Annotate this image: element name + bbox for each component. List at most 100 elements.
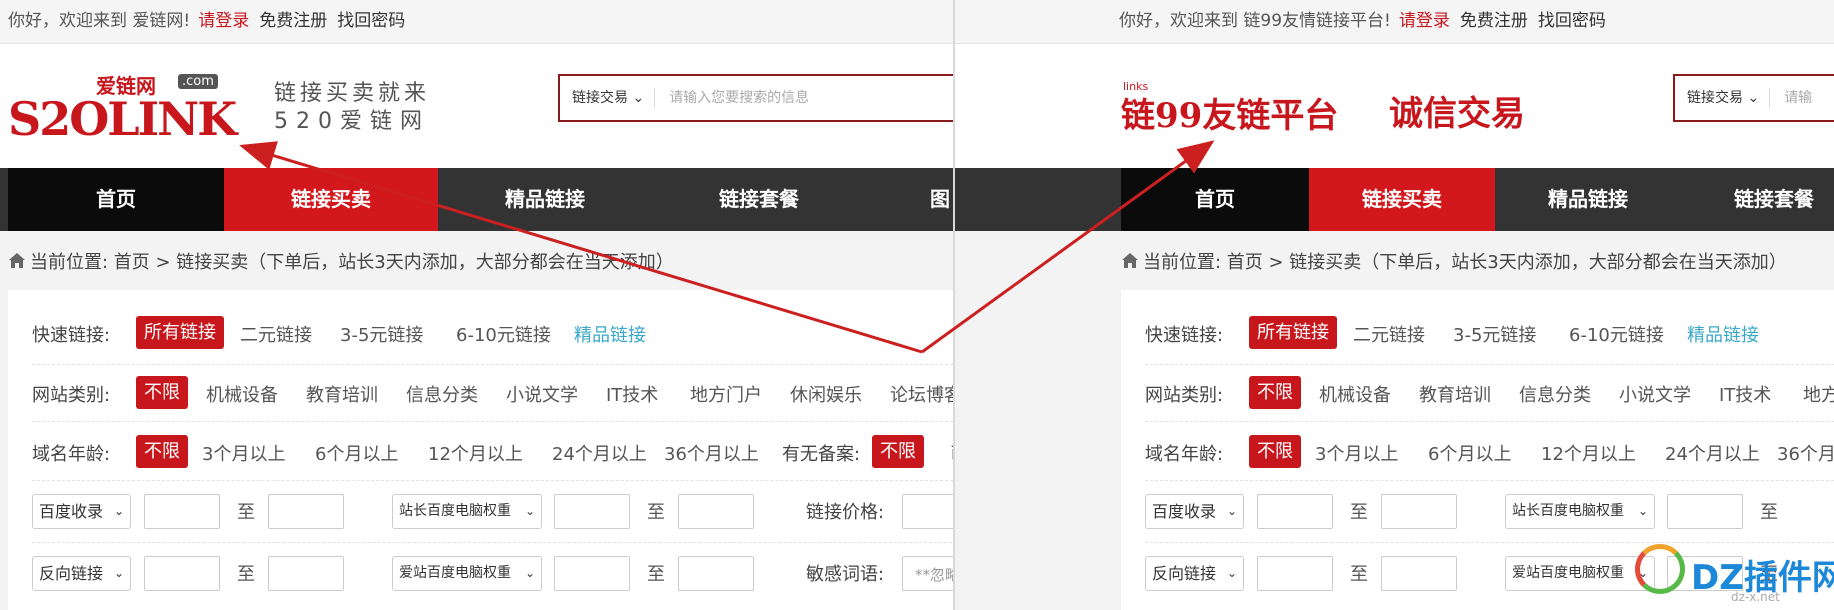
category-opt-any[interactable]: 不限	[136, 376, 188, 409]
index-min-input[interactable]	[144, 494, 220, 529]
weight-min-input[interactable]	[554, 494, 630, 529]
age-opt[interactable]: 36个月以	[1777, 440, 1834, 466]
category-opt[interactable]: 机械设备	[206, 381, 278, 407]
chevron-down-icon: ⌄	[524, 566, 535, 580]
category-label: 网站类别:	[1145, 385, 1224, 406]
age-opt[interactable]: 3个月以上	[202, 440, 285, 466]
aizhan-min-input[interactable]	[554, 556, 630, 591]
recover-password-link[interactable]: 找回密码	[1538, 0, 1606, 42]
register-link[interactable]: 免费注册	[1460, 0, 1528, 42]
category-opt[interactable]: IT技术	[1719, 381, 1771, 407]
nav-link-packages[interactable]: 链接套餐	[1681, 168, 1834, 231]
chevron-down-icon: ⌄	[1226, 566, 1237, 580]
chevron-down-icon: ⌄	[1226, 504, 1237, 518]
nav-home[interactable]: 首页	[8, 168, 224, 231]
search-input[interactable]: 请输入您要搜索的信息	[655, 76, 809, 120]
backlink-max-input[interactable]	[268, 556, 344, 591]
site-logo[interactable]: links 链99友链平台	[1121, 72, 1361, 142]
age-opt[interactable]: 12个月以上	[428, 440, 523, 466]
select-label: 爱站百度电脑权重	[1512, 565, 1624, 581]
search-type-label: 链接交易	[1687, 90, 1743, 106]
category-opt[interactable]: IT技术	[606, 381, 658, 407]
category-opt[interactable]: 信息分类	[1519, 381, 1591, 407]
age-opt-any[interactable]: 不限	[136, 435, 188, 468]
age-opt-any[interactable]: 不限	[1249, 435, 1301, 468]
search-type-select[interactable]: 链接交易 ⌄	[1675, 88, 1771, 108]
price-min-input[interactable]	[902, 494, 953, 529]
login-link[interactable]: 请登录	[198, 0, 249, 42]
to-label: 至	[647, 564, 665, 585]
baidu-index-select[interactable]: 百度收录 ⌄	[32, 494, 131, 529]
quick-opt-3-5[interactable]: 3-5元链接	[1453, 321, 1536, 347]
logo-main-text: 链99友链平台	[1121, 96, 1339, 136]
sensitive-words-input[interactable]: **忽略	[902, 556, 953, 591]
chinaz-weight-select[interactable]: 站长百度电脑权重 ⌄	[1505, 494, 1655, 529]
backlink-min-input[interactable]	[144, 556, 220, 591]
nav-home[interactable]: 首页	[1121, 168, 1309, 231]
register-link[interactable]: 免费注册	[259, 0, 327, 42]
quick-opt-3-5[interactable]: 3-5元链接	[340, 321, 423, 347]
quick-opt-6-10[interactable]: 6-10元链接	[1569, 321, 1664, 347]
nav-premium-links[interactable]: 精品链接	[1495, 168, 1681, 231]
nav-more[interactable]: 图	[866, 168, 953, 231]
category-opt[interactable]: 论坛博客	[890, 381, 953, 407]
nav-link-trade[interactable]: 链接买卖	[1309, 168, 1495, 231]
home-icon	[9, 253, 25, 268]
category-row: 网站类别: 不限 机械设备 教育培训 信息分类 小说文学 IT技术 地方	[1145, 364, 1834, 422]
age-opt[interactable]: 24个月以上	[552, 440, 647, 466]
category-opt[interactable]: 小说文学	[1619, 381, 1691, 407]
backlink-select[interactable]: 反向链接 ⌄	[1145, 556, 1244, 591]
age-opt[interactable]: 12个月以上	[1541, 440, 1636, 466]
category-opt-any[interactable]: 不限	[1249, 376, 1301, 409]
breadcrumb: 当前位置: 首页 > 链接买卖（下单后，站长3天内添加，大部分都会在当天添加）	[1121, 248, 1787, 274]
category-label: 网站类别:	[32, 385, 111, 406]
index-max-input[interactable]	[268, 494, 344, 529]
age-opt[interactable]: 36个月以上	[664, 440, 759, 466]
index-min-input[interactable]	[1257, 494, 1333, 529]
category-opt[interactable]: 教育培训	[306, 381, 378, 407]
search-type-select[interactable]: 链接交易 ⌄	[560, 88, 656, 108]
aizhan-weight-select[interactable]: 爱站百度电脑权重 ⌄	[1505, 556, 1655, 591]
category-opt[interactable]: 地方门户	[690, 381, 762, 407]
baidu-index-select[interactable]: 百度收录 ⌄	[1145, 494, 1244, 529]
login-link[interactable]: 请登录	[1399, 0, 1450, 42]
backlink-min-input[interactable]	[1257, 556, 1333, 591]
backlink-select[interactable]: 反向链接 ⌄	[32, 556, 131, 591]
category-opt[interactable]: 机械设备	[1319, 381, 1391, 407]
quick-opt-2yuan[interactable]: 二元链接	[240, 321, 312, 347]
aizhan-max-input[interactable]	[678, 556, 754, 591]
weight-min-input[interactable]	[1667, 494, 1743, 529]
to-label: 至	[647, 502, 665, 523]
quick-opt-2yuan[interactable]: 二元链接	[1353, 321, 1425, 347]
nav-link-trade[interactable]: 链接买卖	[224, 168, 438, 231]
search-input[interactable]: 请输	[1770, 76, 1812, 120]
recover-password-link[interactable]: 找回密码	[337, 0, 405, 42]
category-opt[interactable]: 小说文学	[506, 381, 578, 407]
nav-link-packages[interactable]: 链接套餐	[652, 168, 866, 231]
nav-premium-links[interactable]: 精品链接	[438, 168, 652, 231]
age-opt[interactable]: 6个月以上	[315, 440, 398, 466]
age-opt[interactable]: 6个月以上	[1428, 440, 1511, 466]
to-label: 至	[1350, 564, 1368, 585]
site-logo[interactable]: S2OLINK 爱链网 .com	[8, 72, 240, 146]
select-label: 百度收录	[39, 502, 104, 521]
age-opt[interactable]: 3个月以上	[1315, 440, 1398, 466]
category-opt[interactable]: 地方	[1803, 381, 1834, 407]
aizhan-weight-select[interactable]: 爱站百度电脑权重 ⌄	[392, 556, 542, 591]
quick-opt-premium[interactable]: 精品链接	[574, 321, 646, 347]
backlink-max-input[interactable]	[1381, 556, 1457, 591]
quick-opt-premium[interactable]: 精品链接	[1687, 321, 1759, 347]
quick-opt-all[interactable]: 所有链接	[1249, 316, 1337, 349]
quick-opt-6-10[interactable]: 6-10元链接	[456, 321, 551, 347]
category-opt[interactable]: 教育培训	[1419, 381, 1491, 407]
weight-max-input[interactable]	[678, 494, 754, 529]
logo-cn-text: 爱链网	[96, 74, 156, 98]
chinaz-weight-select[interactable]: 站长百度电脑权重 ⌄	[392, 494, 542, 529]
category-opt[interactable]: 休闲娱乐	[790, 381, 862, 407]
quick-opt-all[interactable]: 所有链接	[136, 316, 224, 349]
category-opt[interactable]: 信息分类	[406, 381, 478, 407]
beian-opt-any[interactable]: 不限	[872, 435, 924, 468]
index-max-input[interactable]	[1381, 494, 1457, 529]
top-bar: 你好，欢迎来到 链99友情链接平台! 请登录 免费注册 找回密码	[955, 0, 1834, 44]
age-opt[interactable]: 24个月以上	[1665, 440, 1760, 466]
